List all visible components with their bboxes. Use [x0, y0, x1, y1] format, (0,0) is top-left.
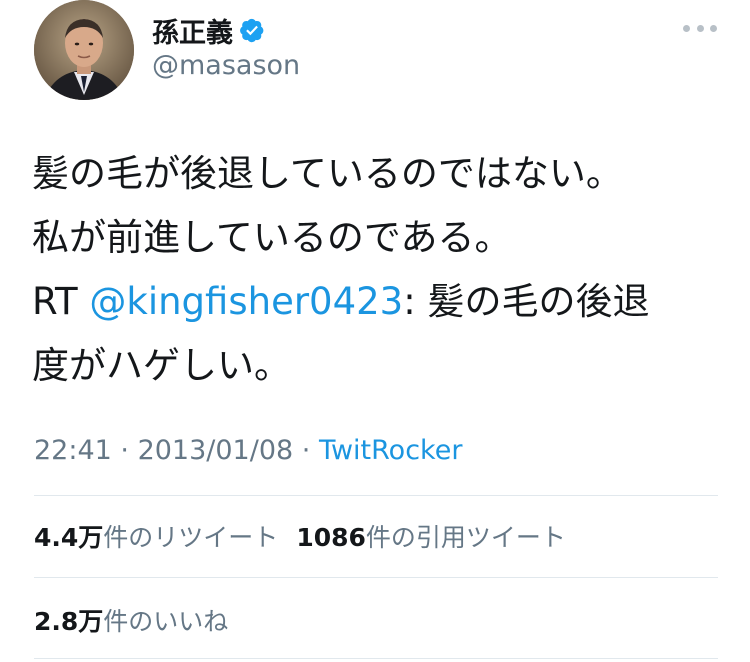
verified-badge-icon	[240, 18, 264, 43]
tweet-source-link[interactable]: TwitRocker	[319, 435, 463, 466]
quotes-count: 1086	[296, 523, 366, 552]
likes-label: 件のいいね	[103, 607, 229, 636]
tweet-time: 22:41	[34, 435, 112, 466]
divider	[34, 495, 718, 496]
avatar[interactable]	[34, 0, 134, 100]
more-dot	[683, 24, 690, 32]
quotes-label: 件の引用ツイート	[365, 523, 566, 552]
display-name[interactable]: 孫正義	[152, 11, 233, 50]
user-handle[interactable]: @masason	[152, 50, 300, 81]
tweet-date: 2013/01/08	[137, 435, 294, 466]
tweet-line-1: 髪の毛が後退しているのではない。	[32, 152, 623, 195]
likes-stat[interactable]: 2.8万件のいいね	[34, 607, 228, 636]
quotes-stat[interactable]: 1086件の引用ツイート	[296, 523, 566, 552]
mention-link[interactable]: @kingfisher0423	[89, 280, 403, 323]
tweet-line-3: RT @kingfisher0423: 髪の毛の後退	[32, 270, 722, 334]
retweet-prefix: RT	[32, 280, 90, 323]
meta-separator: ·	[111, 435, 138, 466]
tweet-meta: 22:41 · 2013/01/08 · TwitRocker	[34, 435, 462, 466]
divider	[34, 658, 718, 659]
retweets-label: 件のリツイート	[103, 523, 279, 552]
retweet-stats-row: 4.4万件のリツイート 1086件の引用ツイート	[34, 518, 566, 554]
profile-photo-icon	[34, 0, 134, 100]
meta-separator: ·	[293, 435, 319, 466]
retweets-stat[interactable]: 4.4万件のリツイート	[34, 523, 278, 552]
more-dot	[696, 24, 704, 32]
tweet-text: 髪の毛が後退しているのではない。 私が前進しているのである。 RT @kingf…	[32, 142, 722, 398]
likes-count: 2.8万	[34, 607, 104, 636]
more-dot	[710, 24, 717, 32]
name-row: 孫正義	[152, 10, 265, 50]
retweets-count: 4.4万	[34, 523, 104, 552]
tweet-line-2: 私が前進しているのである。	[32, 216, 512, 259]
divider	[34, 577, 718, 578]
likes-stats-row: 2.8万件のいいね	[34, 602, 228, 638]
more-options-icon[interactable]	[683, 22, 717, 34]
tweet-line-3-rest: : 髪の毛の後退	[403, 280, 650, 323]
tweet-line-4: 度がハゲしい。	[32, 344, 291, 387]
